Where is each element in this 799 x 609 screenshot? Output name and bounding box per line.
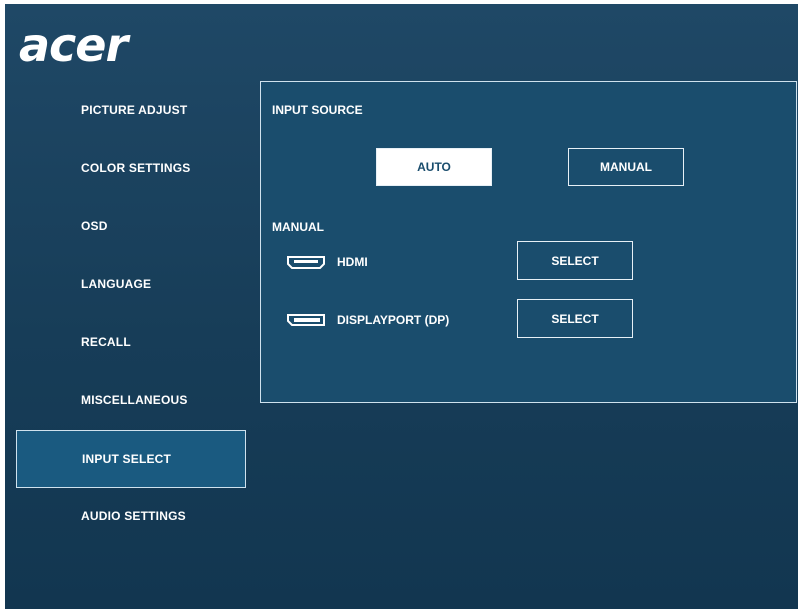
menu-item-miscellaneous[interactable]: MISCELLANEOUS [16,372,246,428]
hdmi-select-button[interactable]: SELECT [517,241,633,280]
acer-logo: acer [19,18,128,72]
input-source-heading: INPUT SOURCE [272,103,363,117]
menu-item-picture-adjust[interactable]: PICTURE ADJUST [16,82,246,138]
auto-button[interactable]: AUTO [376,148,492,186]
menu-item-recall[interactable]: RECALL [16,314,246,370]
menu-item-input-select[interactable]: INPUT SELECT [16,430,246,488]
hdmi-label: HDMI [337,255,368,269]
displayport-icon [287,314,325,326]
displayport-label: DISPLAYPORT (DP) [337,313,450,327]
menu-item-osd[interactable]: OSD [16,198,246,254]
menu-item-language[interactable]: LANGUAGE [16,256,246,312]
hdmi-port-icon [287,256,325,269]
manual-button[interactable]: MANUAL [568,148,684,186]
input-select-panel: INPUT SOURCE AUTO MANUAL MANUAL HDMI SEL… [260,81,797,403]
manual-heading: MANUAL [272,220,324,234]
osd-screen: acer PICTURE ADJUST COLOR SETTINGS OSD L… [5,4,798,609]
displayport-select-button[interactable]: SELECT [517,299,633,338]
menu-item-color-settings[interactable]: COLOR SETTINGS [16,140,246,196]
menu-item-audio-settings[interactable]: AUDIO SETTINGS [16,488,246,544]
